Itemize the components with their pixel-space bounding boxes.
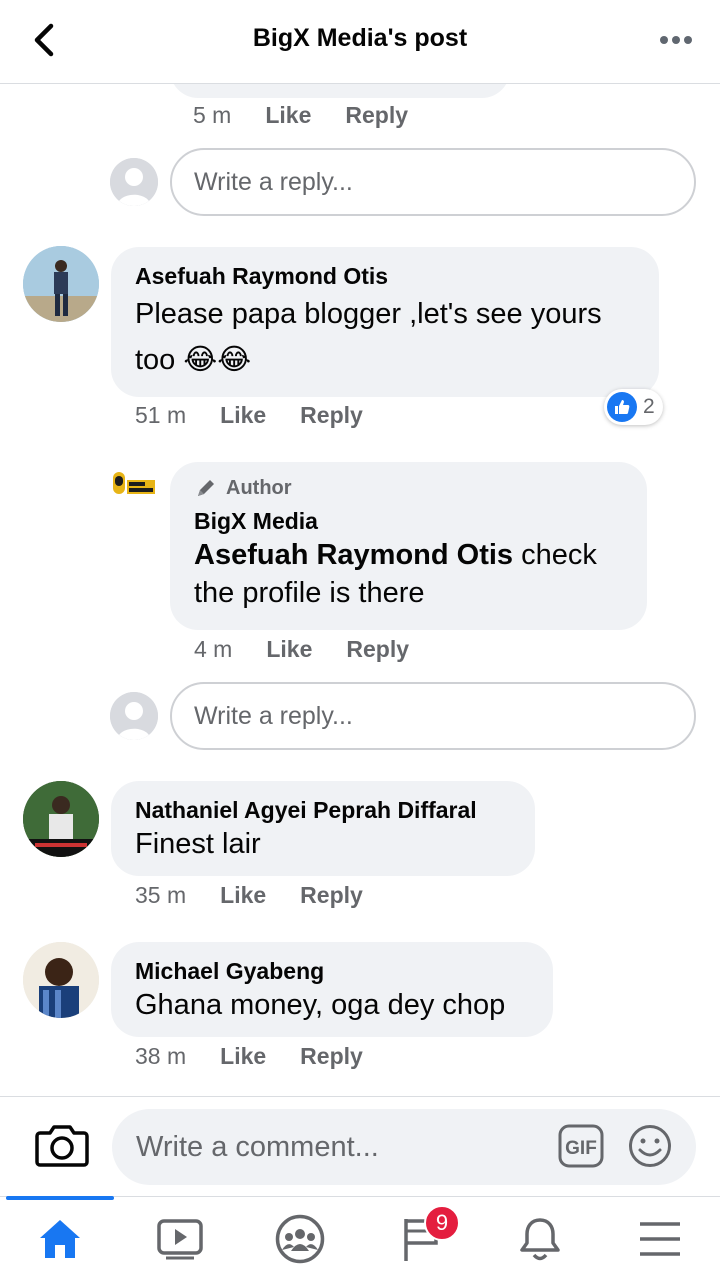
like-button[interactable]: Like [220,1043,266,1070]
reply-composer: Write a reply... [110,682,700,752]
commenter-name[interactable]: Asefuah Raymond Otis [135,261,635,291]
comment-input[interactable]: Write a comment... [112,1109,696,1185]
like-button[interactable]: Like [220,402,266,429]
avatar[interactable] [23,246,99,322]
default-avatar-icon [110,158,158,206]
tab-menu[interactable] [600,1197,720,1280]
comments-feed[interactable]: 5 m Like Reply Write a reply... Asefuah … [0,84,720,1096]
previous-comment-bubble [170,84,510,98]
profile-photo [23,246,99,322]
comment-meta: 51 m Like Reply [135,402,397,429]
like-reaction-icon [607,392,637,422]
profile-photo [23,781,99,857]
bigx-media-logo [113,472,155,494]
comment-bubble[interactable]: Michael Gyabeng Ghana money, oga dey cho… [111,942,553,1037]
commenter-name[interactable]: Nathaniel Agyei Peprah Diffaral [135,795,511,825]
comment-meta: 5 m Like Reply [193,102,442,129]
default-avatar-icon [110,692,158,740]
like-button[interactable]: Like [220,882,266,909]
gif-label: GIF [565,1138,597,1159]
notification-badge: 9 [424,1205,460,1241]
comment-time: 38 m [135,1043,187,1069]
reply-button[interactable]: Reply [300,882,363,909]
pen-icon [198,480,214,496]
comment-time: 51 m [135,402,187,428]
comment-time: 4 m [194,636,233,662]
camera-button[interactable] [34,1121,90,1169]
profile-photo [23,942,99,1018]
user-avatar [110,692,158,740]
menu-icon [640,1222,680,1256]
reply-input[interactable]: Write a reply... [170,682,696,750]
bell-icon [520,1218,560,1261]
page-avatar[interactable] [111,468,157,504]
reply-button[interactable]: Reply [300,1043,363,1070]
comment-text: Finest lair [135,828,261,860]
chevron-left-icon [34,23,54,57]
page-title: BigX Media's post [252,24,468,52]
comment-meta: 38 m Like Reply [135,1043,397,1070]
more-options-button[interactable] [654,18,698,62]
author-tag-label: Author [226,476,292,499]
comment-bubble[interactable]: Asefuah Raymond Otis Please papa blogger… [111,247,659,397]
avatar[interactable] [23,781,99,857]
tab-home[interactable] [0,1196,120,1280]
comment-text: Ghana money, oga dey chop [135,989,506,1021]
video-icon [157,1219,203,1260]
gif-button[interactable]: GIF [558,1124,604,1168]
commenter-name[interactable]: BigX Media [194,506,623,536]
camera-icon [35,1125,89,1167]
top-bar: BigX Media's post [0,0,720,84]
avatar[interactable] [23,942,99,1018]
comment-time: 5 m [193,102,232,128]
reply-button[interactable]: Reply [346,636,409,663]
back-button[interactable] [22,18,66,62]
home-icon [40,1220,80,1258]
reply-input[interactable]: Write a reply... [170,148,696,216]
user-avatar [110,158,158,206]
emoji-button[interactable] [628,1124,672,1168]
groups-icon [275,1214,325,1264]
like-button[interactable]: Like [265,102,311,129]
comment-meta: 35 m Like Reply [135,882,397,909]
mention-link[interactable]: Asefuah Raymond Otis [194,539,513,571]
author-badge: Author [194,476,623,500]
comment-bubble[interactable]: Nathaniel Agyei Peprah Diffaral Finest l… [111,781,535,876]
reaction-count: 2 [643,395,655,418]
bottom-tab-bar: 9 [0,1196,720,1280]
comment-composer: Write a comment... GIF [0,1096,720,1196]
comment-text: Asefuah Raymond Otis check the profile i… [194,536,623,612]
comment-text: Please papa blogger ,let's see yours too… [135,298,602,376]
reply-button[interactable]: Reply [300,402,363,429]
reaction-summary[interactable]: 2 [604,389,663,425]
comment-meta: 4 m Like Reply [194,636,443,663]
tab-news[interactable]: 9 [360,1197,480,1280]
smiley-icon [629,1125,671,1167]
tab-groups[interactable] [240,1197,360,1280]
reply-composer: Write a reply... [110,148,700,218]
commenter-name[interactable]: Michael Gyabeng [135,956,529,986]
gif-icon: GIF [558,1124,604,1168]
tab-watch[interactable] [120,1197,240,1280]
comment-time: 35 m [135,882,187,908]
reply-button[interactable]: Reply [345,102,408,129]
tab-notifications[interactable] [480,1197,600,1280]
more-horizontal-icon [660,36,692,44]
reply-bubble[interactable]: Author BigX Media Asefuah Raymond Otis c… [170,462,647,630]
like-button[interactable]: Like [266,636,312,663]
